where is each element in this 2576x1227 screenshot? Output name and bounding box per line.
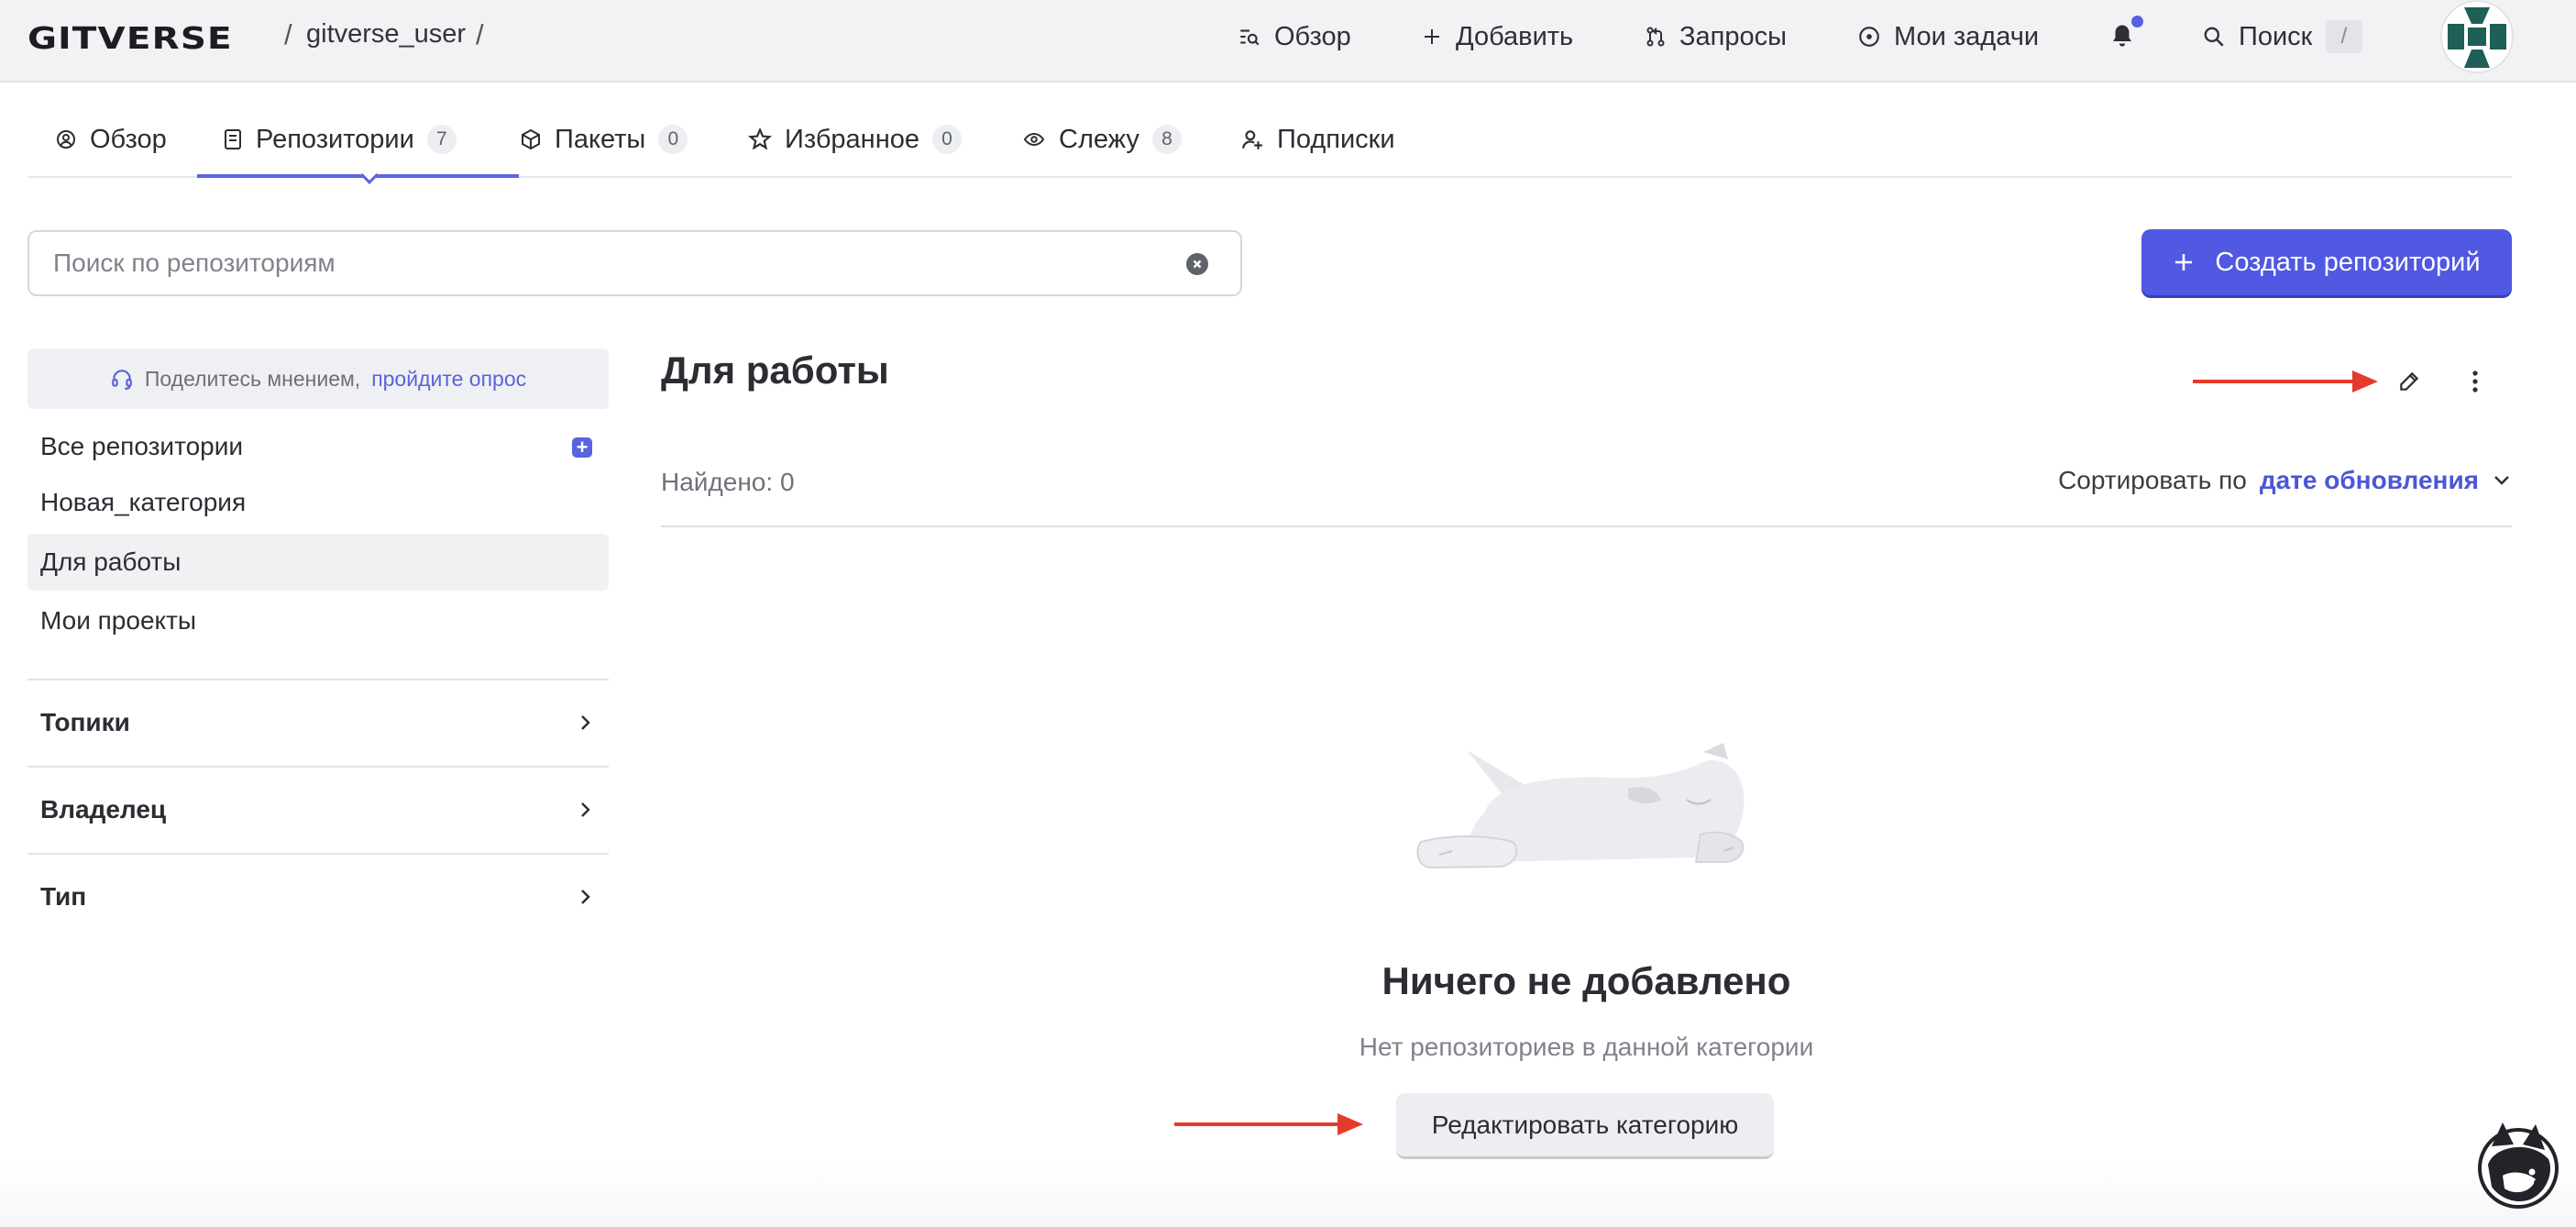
nav-overview[interactable]: Обзор [1238,18,1351,55]
nav-overview-label: Обзор [1274,21,1351,51]
category-all-repos[interactable]: Все репозитории [28,418,609,475]
edit-category-empty-button[interactable]: Редактировать категорию [1396,1093,1774,1159]
nav-requests-label: Запросы [1679,21,1787,51]
survey-text: Поделитесь мнением, [144,366,361,391]
more-vertical-icon [2472,370,2478,392]
add-category-button[interactable]: + [572,437,592,458]
notification-dot [2131,16,2143,28]
tab-label: Пакеты [555,124,646,154]
overview-circle-icon [57,130,75,149]
filter-topics[interactable]: Топики [28,679,609,765]
package-icon [522,128,540,150]
chevron-down-icon [2494,476,2509,485]
annotation-arrow [1174,1113,1363,1135]
filter-label: Тип [40,882,87,911]
profile-tabs: Обзор Репозитории 7 Пакеты 0 Избранное 0… [28,110,2512,184]
tab-count-badge: 7 [426,125,457,154]
tab-count-badge: 0 [931,125,962,154]
edit-category-button[interactable] [2387,359,2431,403]
create-repository-button[interactable]: Создать репозиторий [2141,229,2512,295]
plus-icon [2175,254,2193,271]
filter-label: Топики [40,708,130,736]
results-count: Найдено: 0 [661,468,795,496]
bottom-shadow [0,1165,2576,1227]
filter-type[interactable]: Тип [28,853,609,939]
category-my-projects[interactable]: Мои проекты [28,592,609,649]
more-options-button[interactable] [2453,359,2497,403]
bell-icon[interactable] [2108,22,2136,51]
issue-icon [1859,27,1879,47]
repo-icon [225,129,241,149]
sort-control[interactable]: Сортировать по дате обновления [2058,466,2512,495]
tab-label: Репозитории [256,124,414,154]
filter-label: Владелец [40,795,167,824]
sleeping-dog-illustration [1416,743,1745,869]
nav-my-tasks-label: Мои задачи [1894,21,2040,51]
annotation-arrow [2193,370,2378,392]
plus-icon [1425,29,1439,44]
user-avatar[interactable] [2440,0,2514,73]
headset-icon [112,370,132,390]
search-icon [2204,27,2224,47]
nav-requests[interactable]: Запросы [1645,18,1787,55]
survey-banner: Поделитесь мнением, пройдите опрос [28,348,609,409]
active-tab-indicator [197,174,519,178]
nav-search[interactable]: Поиск [2202,18,2312,55]
tab-subscriptions[interactable]: Подписки [1240,121,1395,158]
category-new[interactable]: Новая_категория [28,474,609,531]
tab-label: Избранное [785,124,919,154]
category-for-work[interactable]: Для работы [28,534,609,591]
sort-value[interactable]: дате обновления [2260,466,2479,495]
tab-label: Слежу [1059,124,1139,154]
tab-label: Обзор [90,124,167,154]
overview-icon [1240,29,1260,46]
empty-state-subtitle: Нет репозиториев в данной категории [1359,1033,1814,1061]
sort-label: Сортировать по [2058,466,2247,494]
eye-icon [1023,132,1045,147]
star-icon [748,127,772,150]
top-header: GITVERSE / gitverse_user / Обзор Добавит… [0,0,2576,83]
search-shortcut-key: / [2326,20,2362,53]
chevron-right-icon [581,715,590,730]
nav-add[interactable]: Добавить [1421,18,1573,55]
gitverse-logo[interactable]: GITVERSE [28,20,233,56]
tab-watching[interactable]: Слежу 8 [1022,121,1182,158]
assistant-mascot-icon[interactable] [2475,1119,2561,1210]
chevron-right-icon [581,890,590,904]
person-plus-icon [1242,130,1262,149]
tab-overview[interactable]: Обзор [55,121,167,158]
chevron-right-icon [581,802,590,817]
breadcrumb-username[interactable]: gitverse_user [306,19,466,50]
tab-repositories[interactable]: Репозитории 7 [223,121,457,158]
tab-label: Подписки [1277,124,1395,154]
tab-favorites[interactable]: Избранное 0 [748,121,962,158]
active-tab-notch [360,166,379,184]
breadcrumb-separator: / [284,18,292,50]
clear-search-icon[interactable] [1186,253,1208,275]
tab-packages[interactable]: Пакеты 0 [520,121,688,158]
nav-add-label: Добавить [1456,21,1574,51]
content-divider [661,525,2512,527]
breadcrumb-separator: / [476,18,484,50]
empty-state-title: Ничего не добавлено [1382,959,1791,1002]
create-repository-label: Создать репозиторий [2215,247,2481,277]
repo-search-box [28,230,1242,296]
category-title: Для работы [661,348,889,392]
pencil-icon [2400,371,2419,391]
nav-search-label: Поиск [2239,21,2313,51]
tab-count-badge: 8 [1151,125,1182,154]
repo-search-input[interactable] [53,245,1153,282]
tab-count-badge: 0 [658,125,688,154]
nav-my-tasks[interactable]: Мои задачи [1857,18,2039,55]
survey-link[interactable]: пройдите опрос [371,367,526,392]
pull-request-icon [1646,27,1665,47]
filter-owner[interactable]: Владелец [28,766,609,852]
